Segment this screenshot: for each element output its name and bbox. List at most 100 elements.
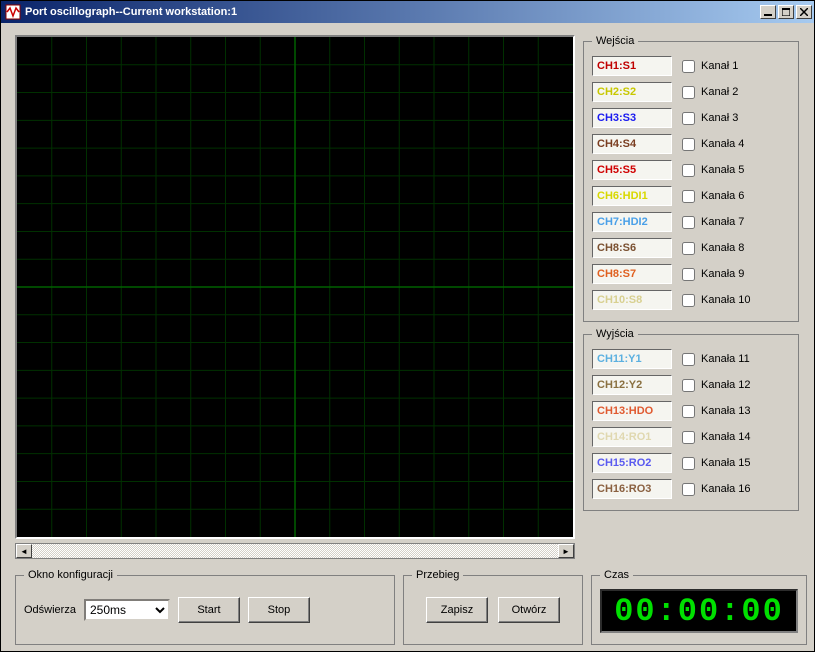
channel-checkbox[interactable]	[682, 353, 695, 366]
channel-badge: CH5:S5	[592, 160, 672, 180]
start-button[interactable]: Start	[178, 597, 240, 623]
channel-label: Kanała 6	[701, 190, 744, 202]
close-button[interactable]	[796, 5, 812, 19]
channel-badge: CH13:HDO	[592, 401, 672, 421]
inputs-group: Wejścia CH1:S1 Kanał 1 CH2:S2 Kanał 2 CH3:S3…	[583, 35, 799, 322]
output-row: CH16:RO3Kanała 16	[592, 476, 790, 502]
app-window: Port oscillograph--Current workstation:1	[0, 0, 815, 652]
inputs-legend: Wejścia	[592, 35, 638, 47]
channel-checkbox-label[interactable]: Kanała 9	[682, 268, 790, 281]
channel-checkbox-label[interactable]: Kanała 11	[682, 353, 790, 366]
channel-label: Kanał 2	[701, 86, 738, 98]
channel-checkbox[interactable]	[682, 164, 695, 177]
input-row: CH4:S4 Kanała 4	[592, 131, 790, 157]
trace-legend: Przebieg	[412, 569, 463, 581]
horizontal-scrollbar[interactable]: ◄ ►	[15, 543, 575, 559]
input-row: CH5:S5 Kanała 5	[592, 157, 790, 183]
channel-checkbox-label[interactable]: Kanała 6	[682, 190, 790, 203]
titlebar: Port oscillograph--Current workstation:1	[1, 1, 814, 23]
channel-checkbox-label[interactable]: Kanała 16	[682, 483, 790, 496]
channel-badge: CH8:S6	[592, 238, 672, 258]
channel-checkbox-label[interactable]: Kanała 14	[682, 431, 790, 444]
channel-checkbox[interactable]	[682, 431, 695, 444]
refresh-select[interactable]: 250ms	[84, 599, 170, 621]
input-row: CH8:S6 Kanała 8	[592, 235, 790, 261]
channel-badge: CH12:Y2	[592, 375, 672, 395]
channel-badge: CH2:S2	[592, 82, 672, 102]
channel-checkbox-label[interactable]: Kanała 13	[682, 405, 790, 418]
save-button[interactable]: Zapisz	[426, 597, 488, 623]
channel-checkbox[interactable]	[682, 268, 695, 281]
channel-checkbox-label[interactable]: Kanał 2	[682, 86, 790, 99]
channel-label: Kanała 10	[701, 294, 751, 306]
channel-label: Kanała 4	[701, 138, 744, 150]
scroll-track[interactable]	[32, 544, 558, 558]
channel-label: Kanała 15	[701, 457, 751, 469]
trace-group: Przebieg Zapisz Otwórz	[403, 569, 583, 645]
scroll-left-button[interactable]: ◄	[16, 544, 32, 558]
config-legend: Okno konfiguracji	[24, 569, 117, 581]
channel-badge: CH15:RO2	[592, 453, 672, 473]
channel-badge: CH4:S4	[592, 134, 672, 154]
scroll-right-button[interactable]: ►	[558, 544, 574, 558]
window-title: Port oscillograph--Current workstation:1	[25, 6, 760, 18]
channel-badge: CH10:S8	[592, 290, 672, 310]
channel-checkbox-label[interactable]: Kanała 8	[682, 242, 790, 255]
channel-label: Kanała 16	[701, 483, 751, 495]
channel-label: Kanała 12	[701, 379, 751, 391]
channel-badge: CH14:RO1	[592, 427, 672, 447]
channel-badge: CH11:Y1	[592, 349, 672, 369]
channel-checkbox[interactable]	[682, 405, 695, 418]
input-row: CH3:S3 Kanał 3	[592, 105, 790, 131]
channel-checkbox-label[interactable]: Kanał 3	[682, 112, 790, 125]
channel-label: Kanała 7	[701, 216, 744, 228]
channel-checkbox[interactable]	[682, 86, 695, 99]
client-area: ◄ ► Wejścia CH1:S1 Kanał 1 CH2:S2 Kanał 2 CH…	[1, 23, 814, 651]
outputs-legend: Wyjścia	[592, 328, 638, 340]
channel-checkbox-label[interactable]: Kanała 12	[682, 379, 790, 392]
channel-checkbox[interactable]	[682, 60, 695, 73]
channel-checkbox[interactable]	[682, 242, 695, 255]
open-button[interactable]: Otwórz	[498, 597, 560, 623]
channel-checkbox-label[interactable]: Kanała 5	[682, 164, 790, 177]
config-group: Okno konfiguracji Odświerza 250ms Start …	[15, 569, 395, 645]
oscilloscope-display	[15, 35, 575, 539]
channel-label: Kanała 14	[701, 431, 751, 443]
output-row: CH14:RO1 Kanała 14	[592, 424, 790, 450]
channel-checkbox[interactable]	[682, 138, 695, 151]
refresh-label: Odświerza	[24, 604, 76, 616]
channel-label: Kanał 1	[701, 60, 738, 72]
channel-checkbox-label[interactable]: Kanał 1	[682, 60, 790, 73]
channel-label: Kanała 5	[701, 164, 744, 176]
channel-badge: CH1:S1	[592, 56, 672, 76]
channel-checkbox-label[interactable]: Kanała 15	[682, 457, 790, 470]
channel-label: Kanała 8	[701, 242, 744, 254]
stop-button[interactable]: Stop	[248, 597, 310, 623]
channel-checkbox[interactable]	[682, 190, 695, 203]
channel-label: Kanała 13	[701, 405, 751, 417]
channel-checkbox[interactable]	[682, 457, 695, 470]
channel-label: Kanał 3	[701, 112, 738, 124]
output-row: CH12:Y2 Kanała 12	[592, 372, 790, 398]
input-row: CH6:HDI1 Kanała 6	[592, 183, 790, 209]
channel-badge: CH3:S3	[592, 108, 672, 128]
channel-badge: CH7:HDI2	[592, 212, 672, 232]
input-row: CH7:HDI2 Kanała 7	[592, 209, 790, 235]
clock-display: 00:00:00	[600, 589, 798, 633]
channel-checkbox-label[interactable]: Kanała 7	[682, 216, 790, 229]
channel-badge: CH6:HDI1	[592, 186, 672, 206]
channel-checkbox[interactable]	[682, 379, 695, 392]
channel-checkbox[interactable]	[682, 112, 695, 125]
channel-checkbox[interactable]	[682, 294, 695, 307]
output-row: CH11:Y1 Kanała 11	[592, 346, 790, 372]
clock-group: Czas 00:00:00	[591, 569, 807, 645]
channel-checkbox-label[interactable]: Kanała 10	[682, 294, 790, 307]
input-row: CH10:S8 Kanała 10	[592, 287, 790, 313]
channel-label: Kanała 9	[701, 268, 744, 280]
maximize-button[interactable]	[778, 5, 794, 19]
channel-checkbox-label[interactable]: Kanała 4	[682, 138, 790, 151]
clock-legend: Czas	[600, 569, 633, 581]
channel-checkbox[interactable]	[682, 216, 695, 229]
channel-checkbox[interactable]	[682, 483, 695, 496]
minimize-button[interactable]	[760, 5, 776, 19]
